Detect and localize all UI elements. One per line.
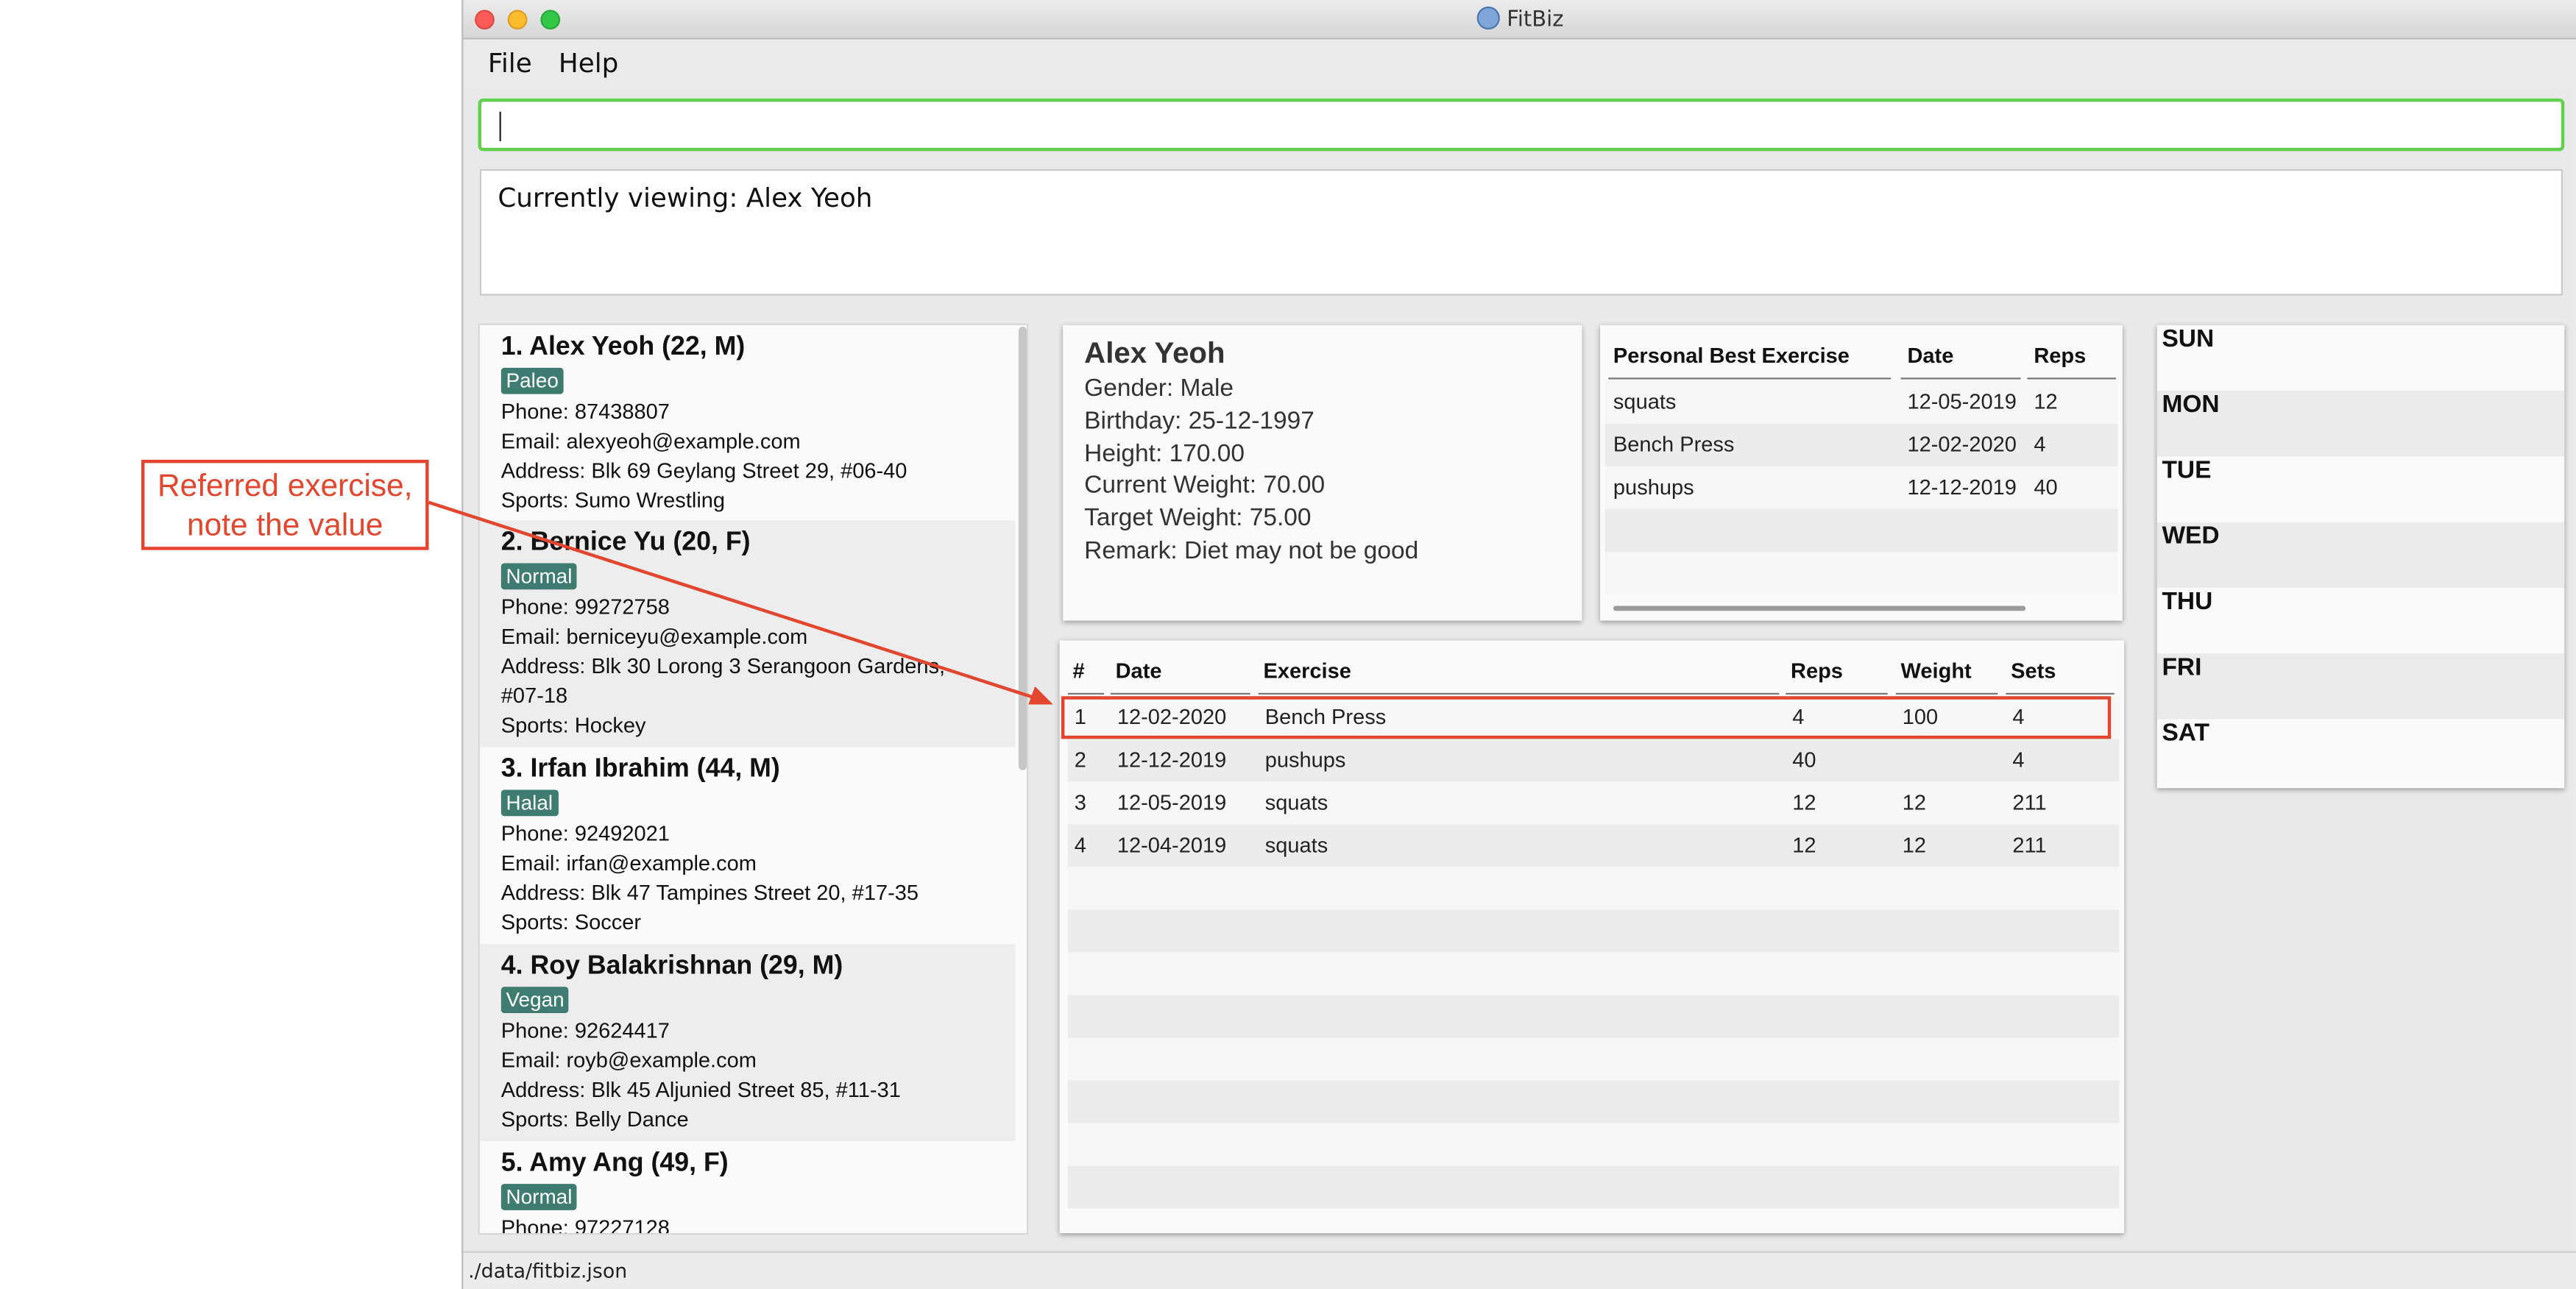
annotation-arrow-line [428, 500, 1036, 700]
annotation-arrow-head [1028, 686, 1053, 705]
annotation-arrow [428, 500, 1053, 705]
